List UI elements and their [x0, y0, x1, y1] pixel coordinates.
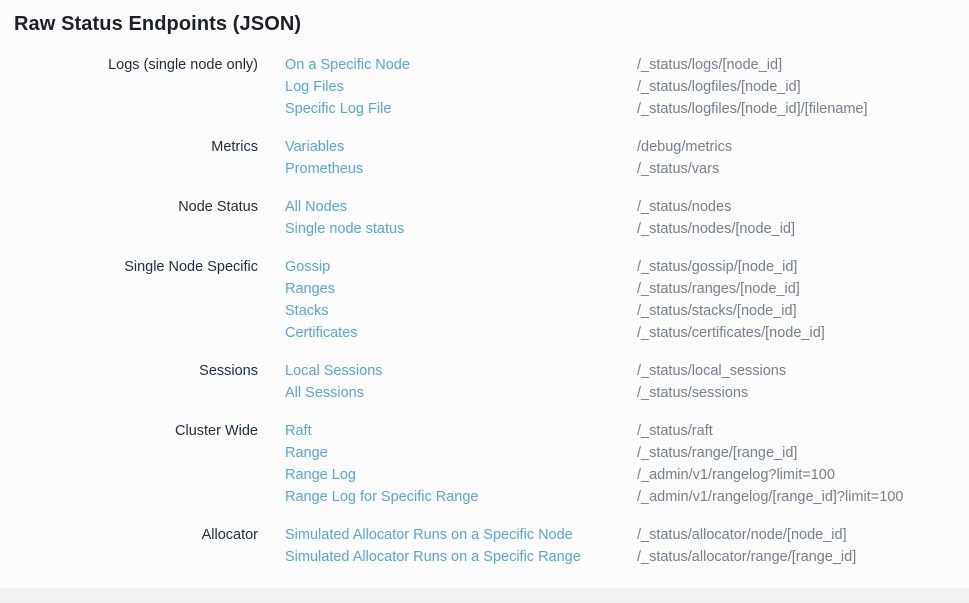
endpoint-group: SessionsLocal SessionsAll Sessions/_stat…	[0, 360, 969, 404]
endpoint-link[interactable]: Simulated Allocator Runs on a Specific N…	[285, 524, 637, 546]
endpoint-path: /_status/certificates/[node_id]	[637, 322, 969, 344]
endpoint-link[interactable]: Raft	[285, 420, 637, 442]
endpoint-link[interactable]: Range	[285, 442, 637, 464]
endpoint-path: /_status/raft	[637, 420, 969, 442]
endpoint-path: /_status/gossip/[node_id]	[637, 256, 969, 278]
endpoint-path: /debug/metrics	[637, 136, 969, 158]
endpoint-path: /_status/range/[range_id]	[637, 442, 969, 464]
endpoint-path: /_status/vars	[637, 158, 969, 180]
endpoint-link[interactable]: Prometheus	[285, 158, 637, 180]
links-column: Local SessionsAll Sessions	[258, 360, 637, 404]
paths-column: /_status/gossip/[node_id]/_status/ranges…	[637, 256, 969, 344]
endpoint-path: /_status/local_sessions	[637, 360, 969, 382]
endpoint-link[interactable]: Range Log	[285, 464, 637, 486]
endpoint-link[interactable]: Range Log for Specific Range	[285, 486, 637, 508]
endpoint-link[interactable]: Ranges	[285, 278, 637, 300]
endpoint-path: /_status/logs/[node_id]	[637, 54, 969, 76]
category-label: Metrics	[0, 136, 258, 180]
endpoint-path: /_status/logfiles/[node_id]	[637, 76, 969, 98]
endpoint-path: /_status/allocator/node/[node_id]	[637, 524, 969, 546]
links-column: VariablesPrometheus	[258, 136, 637, 180]
endpoint-link[interactable]: Log Files	[285, 76, 637, 98]
endpoint-link[interactable]: Local Sessions	[285, 360, 637, 382]
endpoint-link[interactable]: On a Specific Node	[285, 54, 637, 76]
category-label: Allocator	[0, 524, 258, 568]
category-label: Logs (single node only)	[0, 54, 258, 120]
links-column: GossipRangesStacksCertificates	[258, 256, 637, 344]
links-column: Simulated Allocator Runs on a Specific N…	[258, 524, 637, 568]
paths-column: /_status/raft/_status/range/[range_id]/_…	[637, 420, 969, 508]
paths-column: /_status/nodes/_status/nodes/[node_id]	[637, 196, 969, 240]
endpoint-path: /_admin/v1/rangelog/[range_id]?limit=100	[637, 486, 969, 508]
endpoint-group: Logs (single node only)On a Specific Nod…	[0, 54, 969, 120]
category-label: Node Status	[0, 196, 258, 240]
links-column: RaftRangeRange LogRange Log for Specific…	[258, 420, 637, 508]
category-label: Cluster Wide	[0, 420, 258, 508]
endpoint-path: /_status/logfiles/[node_id]/[filename]	[637, 98, 969, 120]
endpoint-path: /_status/nodes	[637, 196, 969, 218]
endpoint-link[interactable]: Stacks	[285, 300, 637, 322]
endpoint-group: Cluster WideRaftRangeRange LogRange Log …	[0, 420, 969, 508]
endpoint-link[interactable]: Single node status	[285, 218, 637, 240]
endpoint-path: /_status/stacks/[node_id]	[637, 300, 969, 322]
endpoint-link[interactable]: Specific Log File	[285, 98, 637, 120]
endpoint-link[interactable]: Gossip	[285, 256, 637, 278]
paths-column: /debug/metrics/_status/vars	[637, 136, 969, 180]
endpoint-link[interactable]: Certificates	[285, 322, 637, 344]
category-label: Sessions	[0, 360, 258, 404]
paths-column: /_status/allocator/node/[node_id]/_statu…	[637, 524, 969, 568]
paths-column: /_status/local_sessions/_status/sessions	[637, 360, 969, 404]
endpoint-link[interactable]: Variables	[285, 136, 637, 158]
endpoint-path: /_status/allocator/range/[range_id]	[637, 546, 969, 568]
endpoint-group: Allocator Simulated Allocator Runs on a S…	[0, 524, 969, 568]
endpoint-path: /_status/nodes/[node_id]	[637, 218, 969, 240]
endpoint-path: /_admin/v1/rangelog?limit=100	[637, 464, 969, 486]
page-title: Raw Status Endpoints (JSON)	[14, 13, 301, 36]
links-column: On a Specific NodeLog FilesSpecific Log …	[258, 54, 637, 120]
endpoint-path: /_status/ranges/[node_id]	[637, 278, 969, 300]
endpoint-link[interactable]: All Nodes	[285, 196, 637, 218]
raw-status-endpoints-page: Raw Status Endpoints (JSON) Logs (single…	[0, 0, 969, 603]
endpoint-link[interactable]: All Sessions	[285, 382, 637, 404]
endpoint-link[interactable]: Simulated Allocator Runs on a Specific R…	[285, 546, 637, 568]
endpoint-group: Single Node SpecificGossipRangesStacksCe…	[0, 256, 969, 344]
endpoints-table: Logs (single node only)On a Specific Nod…	[0, 54, 969, 584]
paths-column: /_status/logs/[node_id]/_status/logfiles…	[637, 54, 969, 120]
category-label: Single Node Specific	[0, 256, 258, 344]
links-column: All NodesSingle node status	[258, 196, 637, 240]
endpoint-group: MetricsVariablesPrometheus/debug/metrics…	[0, 136, 969, 180]
endpoint-group: Node StatusAll NodesSingle node status/_…	[0, 196, 969, 240]
footer-strip	[0, 588, 969, 603]
endpoint-path: /_status/sessions	[637, 382, 969, 404]
